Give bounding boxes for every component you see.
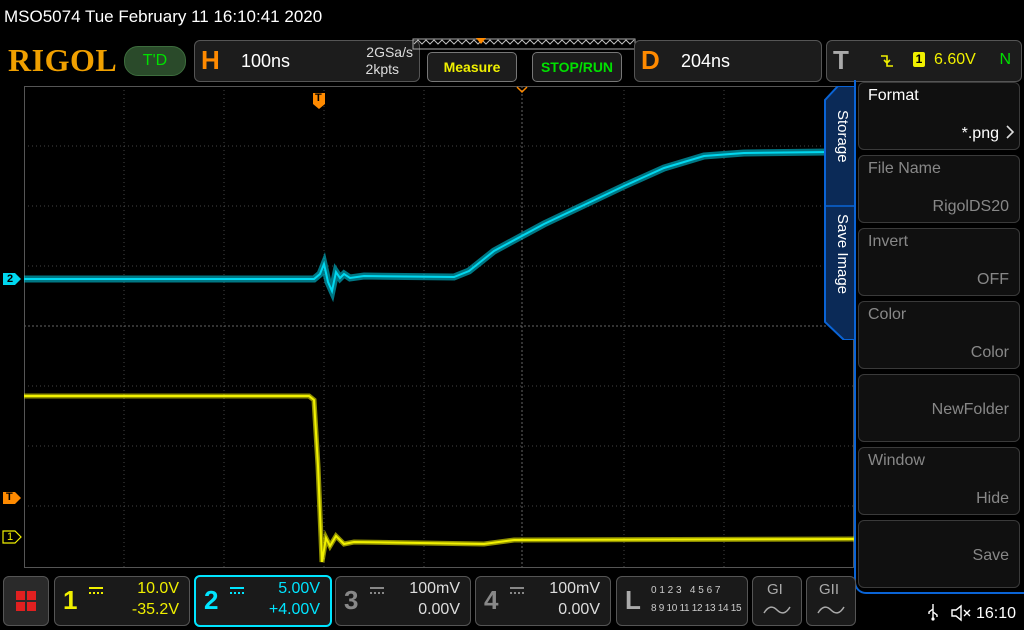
trigger-source-badge: 1 — [913, 52, 925, 67]
dc-coupling-icon — [510, 587, 524, 595]
instrument-title: MSO5074 Tue February 11 16:10:41 2020 — [4, 7, 323, 26]
new-folder-value: NewFolder — [931, 401, 1009, 418]
format-label: Format — [868, 87, 919, 104]
logic-analyzer-button[interactable]: L 0 1 2 3 4 5 6 7 8 9 10 11 12 13 14 15 — [616, 576, 748, 626]
window-label: Window — [868, 452, 925, 469]
ch3-scale: 100mV — [409, 580, 460, 597]
horizontal-letter: H — [201, 45, 220, 75]
decoder-1-label: GI — [767, 581, 783, 598]
ch2-scale: 5.00V — [278, 580, 320, 597]
decoder-wave-icon — [763, 606, 791, 614]
menu-item-format[interactable]: Format *.png — [858, 82, 1020, 150]
trigger-status-badge: T'D — [124, 46, 186, 76]
ch3-number: 3 — [344, 585, 359, 615]
invert-value: OFF — [977, 271, 1009, 288]
ch4-scale: 100mV — [549, 580, 600, 597]
dc-coupling-icon — [370, 587, 384, 595]
format-value: *.png — [961, 125, 999, 142]
ch1-offset-label: 1 — [7, 531, 14, 543]
channel-1-button[interactable]: 1 10.0V -35.2V — [54, 576, 190, 626]
trigger-button[interactable]: T 1 6.60V N — [826, 40, 1022, 82]
tab-save-image[interactable]: Save Image — [832, 214, 852, 324]
logic-channels-row-1: 0 1 2 3 4 5 6 7 — [651, 585, 721, 596]
sample-rate: 2GSa/s — [366, 44, 413, 60]
logic-letter: L — [625, 585, 641, 615]
trigger-mode: N — [999, 51, 1011, 68]
tab-storage[interactable]: Storage — [832, 110, 852, 200]
ch4-offset: 0.00V — [558, 601, 600, 618]
usb-icon — [928, 604, 938, 621]
delay-letter: D — [641, 45, 660, 75]
clock-time: 16:10 — [976, 605, 1017, 622]
grid-lines — [24, 86, 854, 568]
speaker-muted-icon[interactable] — [950, 604, 972, 622]
menu-item-window[interactable]: Window Hide — [858, 447, 1020, 515]
ch2-offset-label: 2 — [7, 273, 14, 285]
trigger-position-label: T — [315, 92, 322, 104]
ch2-waveform — [24, 148, 831, 303]
memory-overview-bar[interactable] — [412, 38, 636, 50]
decoder-wave-icon — [817, 606, 845, 614]
ch1-scale: 10.0V — [137, 580, 179, 597]
delay-center-marker — [516, 86, 528, 94]
channel-4-button[interactable]: 4 100mV 0.00V — [475, 576, 611, 626]
channel-2-button[interactable]: 2 5.00V +4.00V — [194, 575, 332, 627]
ch1-offset: -35.2V — [131, 601, 179, 618]
decoder-1-button[interactable]: GI — [752, 576, 802, 626]
trigger-letter: T — [833, 45, 849, 75]
trigger-level-label: T — [6, 491, 13, 503]
rigol-logo: RIGOL — [8, 42, 118, 78]
logic-channels-row-2: 8 9 10 11 12 13 14 15 — [651, 603, 742, 614]
ch2-number: 2 — [204, 585, 219, 615]
ch3-offset: 0.00V — [418, 601, 460, 618]
color-label: Color — [868, 306, 907, 323]
chevron-right-icon — [1006, 125, 1015, 139]
memory-depth: 2kpts — [365, 61, 399, 77]
ch2-offset: +4.00V — [268, 601, 320, 618]
app-menu-button[interactable] — [3, 576, 49, 626]
window-value: Hide — [976, 490, 1009, 507]
grid-menu-icon — [16, 591, 36, 611]
trigger-level: 6.60V — [934, 51, 976, 68]
delay-value: 204ns — [681, 51, 731, 71]
ch1-number: 1 — [63, 585, 78, 615]
menu-item-new-folder[interactable]: NewFolder — [858, 374, 1020, 442]
grid-center-lines — [24, 86, 854, 568]
ch1-waveform — [24, 393, 854, 563]
dc-coupling-icon — [89, 587, 103, 595]
channel-3-button[interactable]: 3 100mV 0.00V — [335, 576, 471, 626]
delay-button[interactable]: D 204ns — [634, 40, 822, 82]
file-name-label: File Name — [868, 160, 941, 177]
timebase-value: 100ns — [241, 51, 291, 71]
invert-label: Invert — [868, 233, 909, 250]
menu-item-invert[interactable]: Invert OFF — [858, 228, 1020, 296]
waveform-display[interactable] — [24, 86, 854, 568]
falling-edge-icon — [881, 55, 893, 67]
decoder-2-label: GII — [819, 581, 840, 598]
title-bar: MSO5074 Tue February 11 16:10:41 2020 — [0, 0, 1024, 36]
stop-run-button[interactable]: STOP/RUN — [532, 52, 622, 82]
file-name-value: RigolDS20 — [932, 198, 1009, 215]
save-value: Save — [972, 547, 1009, 564]
color-value: Color — [970, 344, 1009, 361]
measure-button[interactable]: Measure — [427, 52, 517, 82]
menu-item-file-name[interactable]: File Name RigolDS20 — [858, 155, 1020, 223]
menu-item-color[interactable]: Color Color — [858, 301, 1020, 369]
menu-item-save[interactable]: Save — [858, 520, 1020, 588]
dc-coupling-icon — [230, 587, 244, 595]
horizontal-timebase-button[interactable]: H 100ns 2GSa/s 2kpts — [194, 40, 420, 82]
decoder-2-button[interactable]: GII — [806, 576, 856, 626]
ch4-number: 4 — [484, 585, 499, 615]
